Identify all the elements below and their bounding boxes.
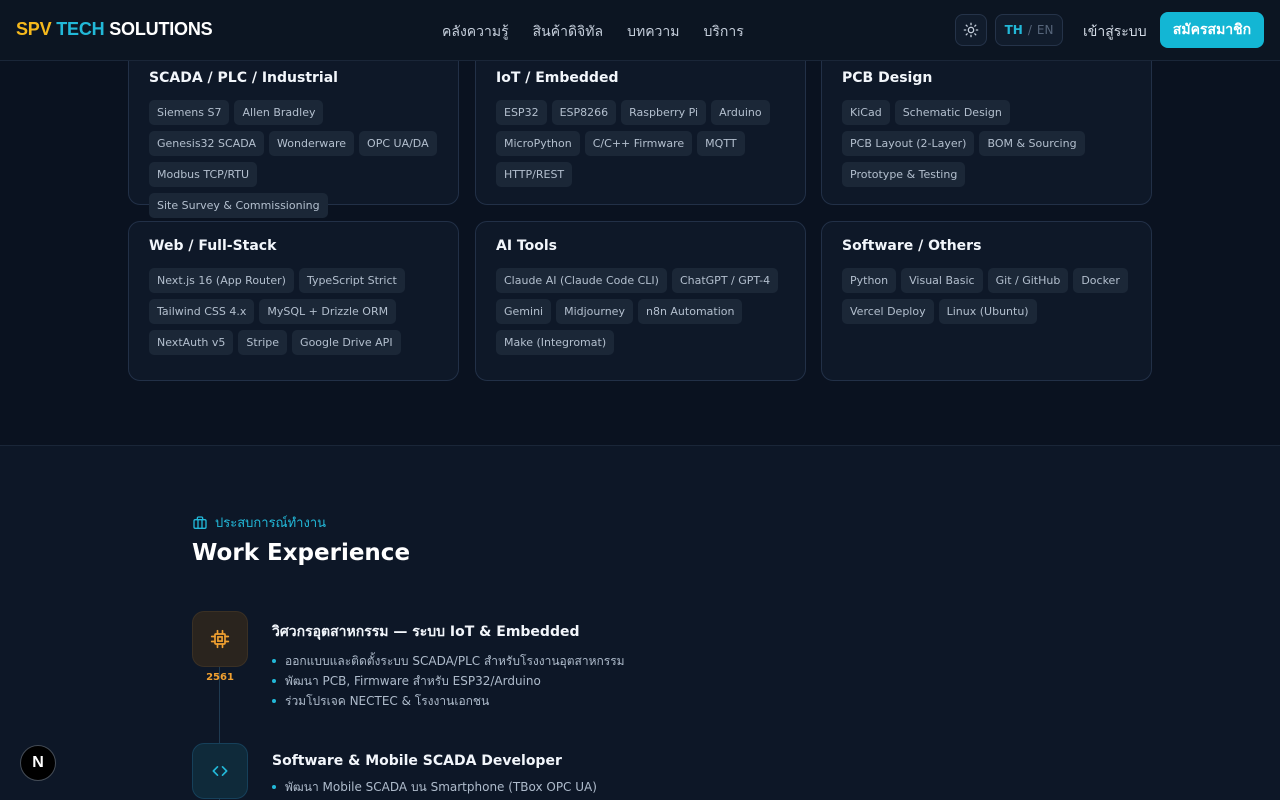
skill-tag: Midjourney	[556, 299, 633, 324]
skill-tag: ESP8266	[551, 100, 617, 125]
skill-tags: KiCad Schematic Design PCB Layout (2-Lay…	[842, 100, 1131, 187]
skill-tag: Visual Basic	[901, 268, 983, 293]
skill-tag: Tailwind CSS 4.x	[149, 299, 255, 324]
page: SCADA / PLC / Industrial Siemens S7 Alle…	[0, 0, 1280, 800]
experience-section: ประสบการณ์ทำงาน Work Experience 2561 วิศ…	[0, 445, 1280, 800]
skill-card-iot: IoT / Embedded ESP32 ESP8266 Raspberry P…	[475, 45, 806, 205]
skill-tags: Claude AI (Claude Code CLI) ChatGPT / GP…	[496, 268, 785, 355]
skills-section: SCADA / PLC / Industrial Siemens S7 Alle…	[0, 0, 1280, 445]
skill-tag: Git / GitHub	[987, 268, 1069, 293]
job-bullets: พัฒนา Mobile SCADA บน Smartphone (TBox O…	[272, 777, 597, 797]
timeline-year: 2561	[206, 672, 234, 683]
job-bullet: พัฒนา PCB, Firmware สำหรับ ESP32/Arduino	[272, 671, 625, 691]
theme-toggle-button[interactable]	[955, 14, 987, 46]
skill-tag: Modbus TCP/RTU	[149, 162, 258, 187]
skill-card-title: IoT / Embedded	[496, 70, 619, 86]
brand-part-tech: TECH	[56, 19, 105, 39]
skill-tag: C/C++ Firmware	[584, 131, 693, 156]
brand-part-spv: SPV	[16, 19, 52, 39]
signup-button[interactable]: สมัครสมาชิก	[1160, 12, 1264, 48]
job-bullet: ออกแบบและติดตั้งระบบ SCADA/PLC สำหรับโรง…	[272, 651, 625, 671]
job-entry: Software & Mobile SCADA Developer พัฒนา …	[272, 753, 597, 797]
nav-link-digital-products[interactable]: สินค้าดิจิทัล	[533, 21, 603, 43]
brand-part-solutions: SOLUTIONS	[109, 19, 213, 39]
skill-tag: Linux (Ubuntu)	[938, 299, 1037, 324]
skill-tag: MicroPython	[496, 131, 580, 156]
skill-card-title: AI Tools	[496, 238, 557, 254]
site-header: SPV TECH SOLUTIONS คลังความรู้ สินค้าดิจ…	[0, 0, 1280, 61]
timeline-marker	[192, 743, 248, 799]
skill-tag: Allen Bradley	[234, 100, 324, 125]
skill-tag: Site Survey & Commissioning	[149, 193, 328, 218]
job-bullets: ออกแบบและติดตั้งระบบ SCADA/PLC สำหรับโรง…	[272, 651, 625, 711]
skill-tag: PCB Layout (2-Layer)	[842, 131, 975, 156]
nav-link-knowledge[interactable]: คลังความรู้	[442, 21, 509, 43]
skill-card-software: Software / Others Python Visual Basic Gi…	[821, 221, 1152, 381]
skill-tag: HTTP/REST	[496, 162, 573, 187]
lang-separator: /	[1027, 23, 1032, 37]
lang-th: TH	[1004, 23, 1023, 37]
skill-tag: Siemens S7	[149, 100, 230, 125]
brand-logo[interactable]: SPV TECH SOLUTIONS	[16, 19, 213, 40]
skill-tag: MQTT	[697, 131, 745, 156]
timeline-marker	[192, 611, 248, 667]
job-title: Software & Mobile SCADA Developer	[272, 753, 562, 769]
skill-tag: Arduino	[711, 100, 770, 125]
skill-tag: Wonderware	[269, 131, 355, 156]
code-icon	[212, 766, 228, 776]
next-dev-indicator-badge[interactable]: N	[20, 745, 56, 781]
language-switcher[interactable]: TH / EN	[995, 14, 1063, 46]
experience-title: Work Experience	[192, 540, 411, 566]
sun-icon	[963, 22, 979, 38]
skill-tags: Siemens S7 Allen Bradley Genesis32 SCADA…	[149, 100, 438, 218]
skill-tag: Vercel Deploy	[842, 299, 934, 324]
skill-tags: Next.js 16 (App Router) TypeScript Stric…	[149, 268, 438, 355]
skill-tag: BOM & Sourcing	[979, 131, 1085, 156]
skill-card-title: Software / Others	[842, 238, 982, 254]
lang-en: EN	[1036, 23, 1054, 37]
skill-tag: ChatGPT / GPT-4	[671, 268, 779, 293]
skill-tag: TypeScript Strict	[298, 268, 405, 293]
skill-tag: OPC UA/DA	[359, 131, 437, 156]
skill-tag: Schematic Design	[894, 100, 1010, 125]
nav-link-articles[interactable]: บทความ	[627, 21, 679, 43]
skill-card-pcb: PCB Design KiCad Schematic Design PCB La…	[821, 45, 1152, 205]
skill-tag: NextAuth v5	[149, 330, 234, 355]
nav-link-services[interactable]: บริการ	[704, 21, 744, 43]
experience-eyebrow: ประสบการณ์ทำงาน	[192, 512, 326, 533]
skill-tag: Python	[842, 268, 897, 293]
skill-tag: MySQL + Drizzle ORM	[259, 299, 397, 324]
skill-card-title: Web / Full-Stack	[149, 238, 277, 254]
skill-tag: Gemini	[496, 299, 552, 324]
skill-tag: Claude AI (Claude Code CLI)	[496, 268, 667, 293]
experience-eyebrow-label: ประสบการณ์ทำงาน	[215, 516, 327, 531]
skill-tag: Stripe	[238, 330, 288, 355]
job-bullet: ร่วมโปรเจค NECTEC & โรงงานเอกชน	[272, 691, 625, 711]
skill-tag: Docker	[1073, 268, 1128, 293]
skill-tags: ESP32 ESP8266 Raspberry Pi Arduino Micro…	[496, 100, 785, 187]
skill-card-title: PCB Design	[842, 70, 933, 86]
skill-tags: Python Visual Basic Git / GitHub Docker …	[842, 268, 1131, 324]
skill-card-web: Web / Full-Stack Next.js 16 (App Router)…	[128, 221, 459, 381]
skill-tag: Google Drive API	[292, 330, 401, 355]
skill-card-title: SCADA / PLC / Industrial	[149, 70, 338, 86]
skill-tag: Prototype & Testing	[842, 162, 966, 187]
skill-tag: n8n Automation	[637, 299, 743, 324]
job-bullet: พัฒนา Mobile SCADA บน Smartphone (TBox O…	[272, 777, 597, 797]
skill-tag: Make (Integromat)	[496, 330, 615, 355]
skill-tag: Next.js 16 (App Router)	[149, 268, 294, 293]
chip-icon	[210, 629, 230, 649]
skill-tag: Raspberry Pi	[621, 100, 707, 125]
skill-card-ai: AI Tools Claude AI (Claude Code CLI) Cha…	[475, 221, 806, 381]
briefcase-icon	[193, 515, 207, 529]
skill-card-scada: SCADA / PLC / Industrial Siemens S7 Alle…	[128, 45, 459, 218]
skill-tag: KiCad	[842, 100, 890, 125]
skill-tag: ESP32	[496, 100, 547, 125]
skill-tag: Genesis32 SCADA	[149, 131, 265, 156]
login-link[interactable]: เข้าสู่ระบบ	[1083, 21, 1147, 43]
job-title: วิศวกรอุตสาหกรรม — ระบบ IoT & Embedded	[272, 624, 580, 640]
main-nav: คลังความรู้ สินค้าดิจิทัล บทความ บริการ	[442, 21, 768, 43]
job-entry: วิศวกรอุตสาหกรรม — ระบบ IoT & Embedded อ…	[272, 621, 625, 711]
